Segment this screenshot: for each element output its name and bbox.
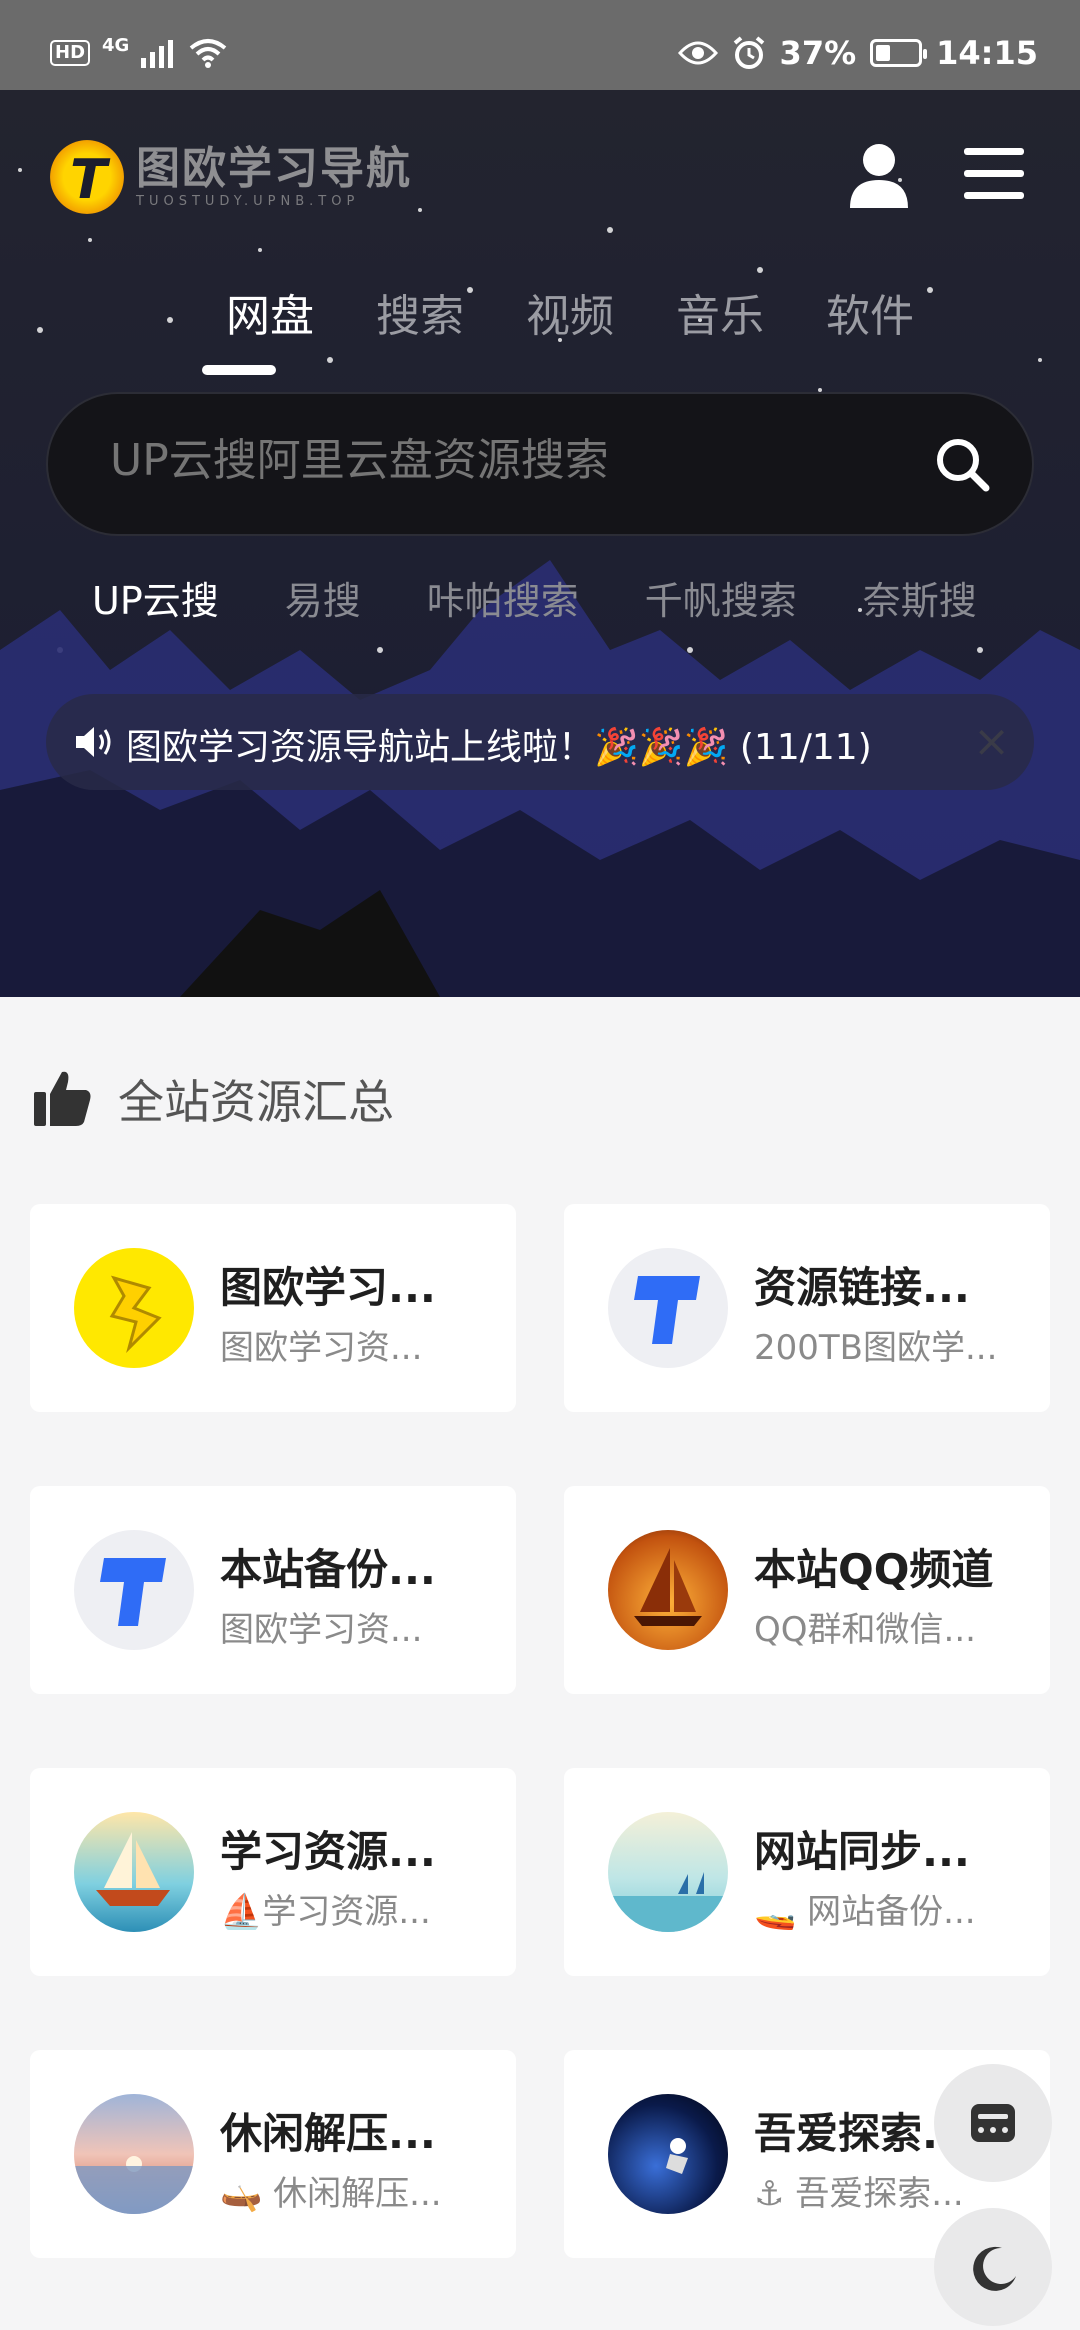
- eye-icon: [677, 41, 718, 65]
- card-description: QQ群和微信...: [754, 1610, 976, 1650]
- speaker-icon: [76, 727, 111, 757]
- tab-software[interactable]: 软件: [795, 280, 945, 344]
- battery-percent: 37%: [779, 34, 857, 72]
- search-bar: [46, 392, 1034, 536]
- logo-subtitle: TUOSTUDY.UPNB.TOP: [136, 193, 360, 209]
- engine-qianfan[interactable]: 千帆搜索: [645, 570, 797, 625]
- hero-banner: T 图欧学习导航 TUOSTUDY.UPNB.TOP 网盘 搜索 视频 音乐 软…: [0, 90, 1080, 997]
- card-description: 200TB图欧学...: [754, 1328, 998, 1368]
- resource-card[interactable]: 学习资源... ⛵学习资源...: [30, 1768, 516, 1976]
- thumbs-up-icon: [34, 1071, 91, 1126]
- search-engine-list: UP云搜 易搜 咔帕搜索 千帆搜索 奈斯搜: [92, 570, 1043, 625]
- signal-icon: [141, 40, 174, 68]
- card-title: 学习资源...: [220, 1827, 436, 1876]
- resource-card[interactable]: 图欧学习... 图欧学习资...: [30, 1204, 516, 1412]
- card-title: 网站同步...: [754, 1827, 970, 1876]
- hd-indicator: HD: [50, 40, 91, 66]
- tab-video[interactable]: 视频: [495, 280, 645, 344]
- engine-naisi[interactable]: 奈斯搜: [863, 570, 977, 625]
- alarm-icon: [733, 36, 764, 69]
- category-tabs: 网盘 搜索 视频 音乐 软件: [195, 280, 945, 344]
- active-tab-indicator: [202, 365, 276, 375]
- sailboat-avatar-icon: [608, 1530, 728, 1650]
- starry-background: [0, 90, 1080, 997]
- tab-music[interactable]: 音乐: [645, 280, 795, 344]
- tab-netdisk[interactable]: 网盘: [195, 280, 345, 344]
- card-title: 休闲解压...: [220, 2109, 436, 2158]
- card-title: 本站备份...: [220, 1545, 436, 1594]
- sea-landscape-avatar-icon: [608, 1812, 728, 1932]
- engine-upyunsou[interactable]: UP云搜: [92, 570, 219, 625]
- logo-icon: T: [50, 140, 124, 214]
- announcement-text: 图欧学习资源导航站上线啦！🎉🎉🎉 (11/11): [126, 727, 872, 768]
- card-description: 图欧学习资...: [220, 1610, 423, 1650]
- card-title: 图欧学习...: [220, 1263, 436, 1312]
- resource-card[interactable]: 本站备份... 图欧学习资...: [30, 1486, 516, 1694]
- resource-card[interactable]: 资源链接... 200TB图欧学...: [564, 1204, 1050, 1412]
- resource-card[interactable]: 休闲解压... 🛶 休闲解压...: [30, 2050, 516, 2258]
- resource-card[interactable]: 本站QQ频道 QQ群和微信...: [564, 1486, 1050, 1694]
- card-description: 图欧学习资...: [220, 1328, 423, 1368]
- space-avatar-icon: [608, 2094, 728, 2214]
- dark-mode-button[interactable]: [934, 2208, 1052, 2326]
- engine-kapa[interactable]: 咔帕搜索: [427, 570, 579, 625]
- site-logo[interactable]: T 图欧学习导航 TUOSTUDY.UPNB.TOP: [50, 140, 412, 214]
- ship-painting-avatar-icon: [74, 1812, 194, 1932]
- announcement-bar[interactable]: 图欧学习资源导航站上线啦！🎉🎉🎉 (11/11) ×: [46, 694, 1034, 790]
- moon-icon: [973, 2246, 1016, 2291]
- card-description: 🚤 网站备份...: [754, 1892, 976, 1932]
- card-description: ⛵学习资源...: [220, 1892, 431, 1932]
- close-icon[interactable]: ×: [973, 716, 1010, 767]
- calculator-button[interactable]: [934, 2064, 1052, 2182]
- aliyun-drive-avatar-icon: [74, 1530, 194, 1650]
- logo-title: 图欧学习导航: [136, 142, 412, 194]
- user-icon[interactable]: [848, 142, 910, 208]
- card-title: 本站QQ频道: [754, 1545, 994, 1594]
- network-type: 4G: [102, 34, 130, 56]
- search-input[interactable]: [108, 434, 892, 487]
- search-icon[interactable]: [934, 436, 990, 492]
- battery-icon: [870, 39, 928, 67]
- card-description: ⚓ 吾爱探索...: [754, 2174, 964, 2214]
- wifi-icon: [190, 39, 227, 68]
- status-bar: HD 4G 37% 14:15: [0, 0, 1080, 90]
- engine-yisou[interactable]: 易搜: [285, 570, 361, 625]
- lightning-avatar-icon: [74, 1248, 194, 1368]
- sunset-avatar-icon: [74, 2094, 194, 2214]
- aliyun-drive-avatar-icon: [608, 1248, 728, 1368]
- tab-search[interactable]: 搜索: [345, 280, 495, 344]
- clock: 14:15: [936, 34, 1038, 72]
- calculator-icon: [971, 2104, 1015, 2142]
- resource-card[interactable]: 网站同步... 🚤 网站备份...: [564, 1768, 1050, 1976]
- card-title: 资源链接...: [754, 1263, 970, 1312]
- section-title: 全站资源汇总: [118, 1075, 394, 1129]
- menu-icon[interactable]: [964, 148, 1024, 200]
- card-description: 🛶 休闲解压...: [220, 2174, 442, 2214]
